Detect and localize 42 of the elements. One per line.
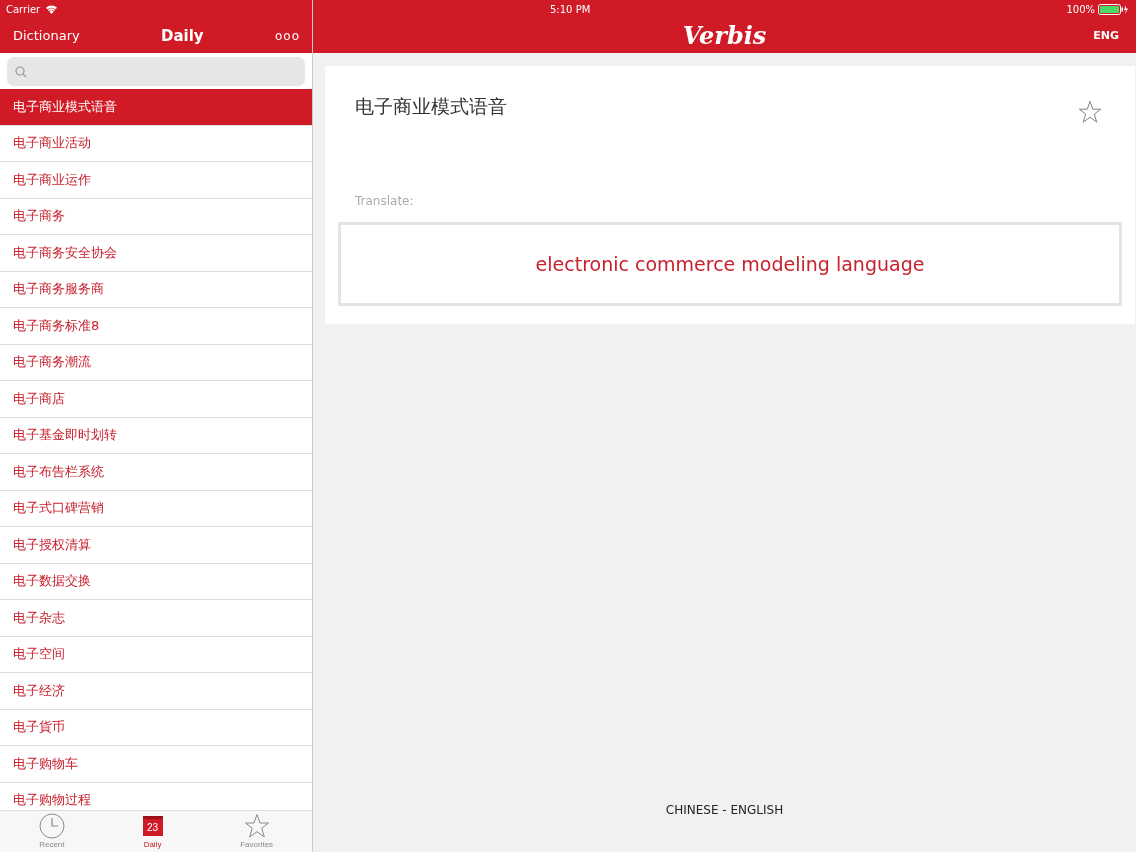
list-item[interactable]: 电子商业模式语音 xyxy=(0,89,312,126)
list-item[interactable]: 电子购物车 xyxy=(0,746,312,783)
list-item[interactable]: 电子杂志 xyxy=(0,600,312,637)
list-item[interactable]: 电子商务服务商 xyxy=(0,271,312,308)
more-button[interactable]: ooo xyxy=(274,28,300,43)
list-item[interactable]: 电子数据交换 xyxy=(0,563,312,600)
translation-text: electronic commerce modeling language xyxy=(535,253,925,275)
list-item[interactable]: 电子貨币 xyxy=(0,709,312,746)
dictionary-button[interactable]: Dictionary xyxy=(13,28,80,43)
list-item[interactable]: 电子商业运作 xyxy=(0,162,312,199)
search-icon xyxy=(15,65,27,78)
list-item[interactable]: 电子基金即时划转 xyxy=(0,417,312,454)
tab-button[interactable]: 23 Daily xyxy=(132,811,173,852)
term-title: 电子商业模式语音 xyxy=(355,94,507,119)
list-item[interactable]: 电子式口碑营销 xyxy=(0,490,312,527)
list-item[interactable]: 电子经济 xyxy=(0,673,312,710)
list-item[interactable]: 电子授权清算 xyxy=(0,527,312,564)
wifi-icon xyxy=(45,4,59,14)
list-item[interactable]: 电子商业活动 xyxy=(0,125,312,162)
list-item[interactable]: 电子商务安全协会 xyxy=(0,235,312,272)
star-icon xyxy=(243,813,270,839)
app-logo: Verbis xyxy=(682,21,767,50)
translate-label: Translate: xyxy=(354,194,415,208)
list-item[interactable]: 电子商务标准8 xyxy=(0,308,312,345)
tab-button[interactable]: Favorites xyxy=(230,811,284,852)
search-field[interactable] xyxy=(7,57,305,86)
list-item[interactable]: 电子布告栏系统 xyxy=(0,454,312,491)
tab-button[interactable]: Recent xyxy=(28,811,75,852)
carrier-label: Carrier xyxy=(6,3,41,15)
status-time: 5:10 PM xyxy=(550,3,591,15)
clock-icon xyxy=(38,813,65,839)
language-pair-label: CHINESE - ENGLISH xyxy=(665,803,784,817)
language-button[interactable]: ENG xyxy=(1093,29,1119,42)
battery-icon xyxy=(1098,3,1128,15)
list-item[interactable]: 电子空间 xyxy=(0,636,312,673)
favorite-star-icon[interactable] xyxy=(1078,100,1102,124)
nav-title: Daily xyxy=(161,26,204,45)
list-item[interactable]: 电子商务 xyxy=(0,198,312,235)
list-item[interactable]: 电子商务潮流 xyxy=(0,344,312,381)
calendar-icon: 23 xyxy=(142,816,163,836)
battery-label: 100% xyxy=(1066,3,1095,15)
list-item[interactable]: 电子商店 xyxy=(0,381,312,418)
